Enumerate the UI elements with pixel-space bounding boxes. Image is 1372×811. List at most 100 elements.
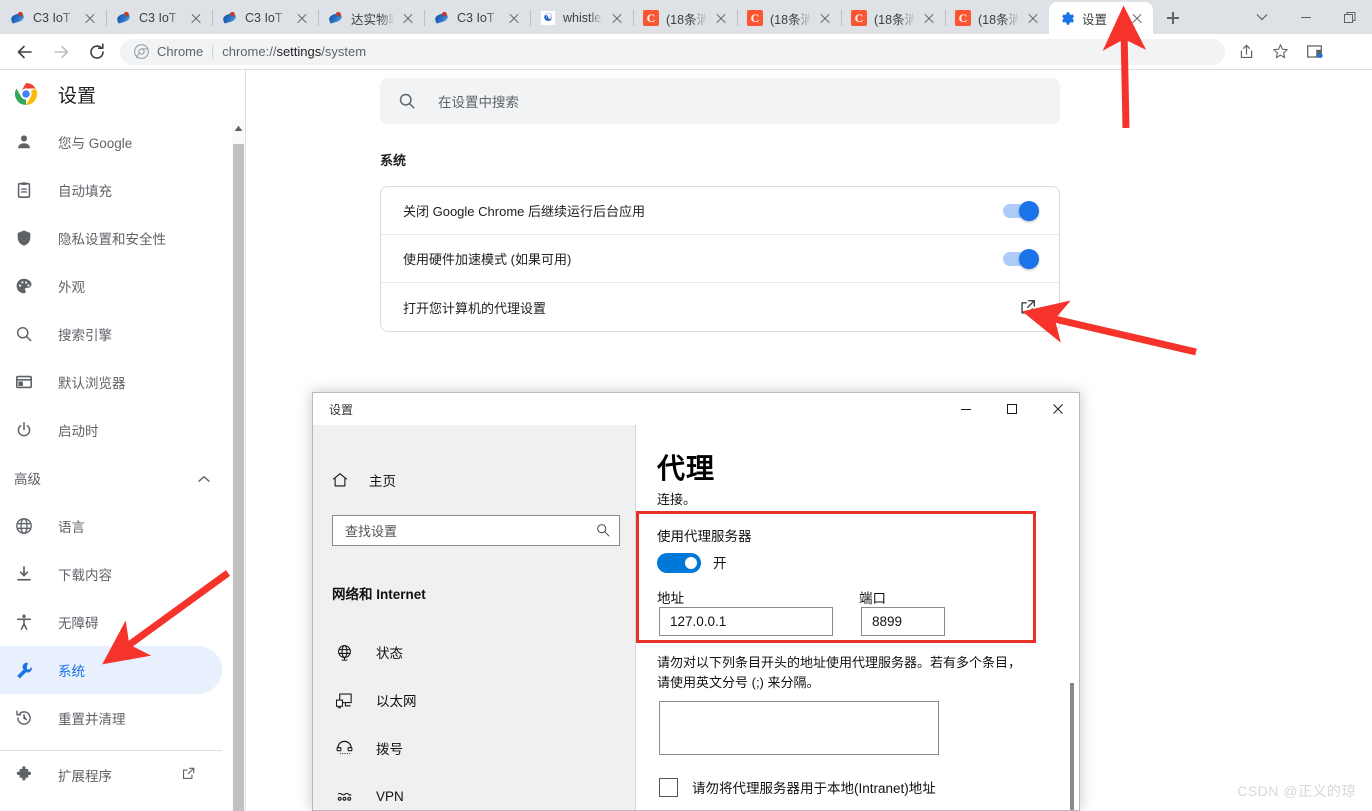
sidebar-item-label: 系统 bbox=[58, 664, 85, 679]
settings-search-input[interactable]: 在设置中搜索 bbox=[380, 78, 1060, 124]
settings-title: 设置 bbox=[58, 85, 97, 107]
dialog-category-label: 网络和 Internet bbox=[332, 587, 426, 602]
browser-tab-9[interactable]: C (18条消息) bbox=[841, 2, 946, 34]
address-input[interactable]: 127.0.0.1 bbox=[659, 607, 833, 636]
sidebar-item-6[interactable]: 启动时 bbox=[0, 406, 222, 454]
dialog-scrollbar-thumb[interactable] bbox=[1070, 683, 1074, 810]
tab-close-icon[interactable] bbox=[82, 10, 98, 26]
sidebar-item-2[interactable]: 隐私设置和安全性 bbox=[0, 214, 222, 262]
proxy-heading: 代理 bbox=[657, 453, 716, 484]
proxy-exceptions-textarea[interactable] bbox=[659, 701, 939, 755]
browser-tab-4[interactable]: 达实物联 bbox=[318, 2, 425, 34]
forward-icon[interactable] bbox=[46, 37, 76, 67]
tab-close-icon[interactable] bbox=[506, 10, 522, 26]
browser-tab-5[interactable]: C3 IoT bbox=[424, 2, 531, 34]
external-link-icon[interactable] bbox=[181, 766, 196, 784]
use-proxy-toggle[interactable] bbox=[657, 553, 701, 573]
browser-tab-10[interactable]: C (18条消息) bbox=[945, 2, 1050, 34]
sidebar-item-101[interactable]: 下载内容 bbox=[0, 550, 222, 598]
tab-title: 达实物联 bbox=[351, 12, 394, 27]
tab-close-icon[interactable] bbox=[713, 10, 729, 26]
address-bar[interactable]: Chrome chrome://settings/system bbox=[120, 38, 1225, 65]
dialog-title-bar[interactable]: 设置 bbox=[313, 393, 1079, 425]
browser-tab-11[interactable]: 设置 bbox=[1049, 2, 1153, 34]
browser-toolbar: Chrome chrome://settings/system bbox=[0, 34, 1372, 70]
settings-scrollbar-thumb[interactable] bbox=[233, 144, 244, 811]
dialog-search-input[interactable]: 查找设置 bbox=[332, 515, 620, 546]
tab-title: (18条消息) bbox=[770, 12, 811, 27]
tab-close-icon[interactable] bbox=[921, 10, 937, 26]
port-input[interactable]: 8899 bbox=[861, 607, 945, 636]
sidebar-item-label: 重置并清理 bbox=[58, 712, 126, 727]
sidebar-item-4[interactable]: 搜索引擎 bbox=[0, 310, 222, 358]
whistle-favicon-icon: ☯ bbox=[540, 10, 556, 26]
tab-search-icon[interactable] bbox=[1240, 0, 1284, 34]
sidebar-item-200[interactable]: 扩展程序 bbox=[0, 751, 222, 799]
tab-close-icon[interactable] bbox=[609, 10, 625, 26]
dialog-item-ethernet[interactable]: 以太网 bbox=[332, 686, 417, 714]
tab-close-icon[interactable] bbox=[817, 10, 833, 26]
sidebar-item-103[interactable]: 系统 bbox=[0, 646, 222, 694]
restore-icon[interactable] bbox=[1328, 0, 1372, 34]
dialog-minimize-icon[interactable] bbox=[943, 393, 989, 424]
tab-close-icon[interactable] bbox=[400, 10, 416, 26]
tab-title: 设置 bbox=[1082, 12, 1108, 27]
setting-label: 使用硬件加速模式 (如果可用) bbox=[403, 252, 572, 267]
tab-close-icon[interactable] bbox=[1129, 10, 1145, 26]
dialog-item-dialup[interactable]: 拨号 bbox=[332, 734, 403, 762]
tab-title: (18条消息) bbox=[666, 12, 707, 27]
bypass-local-row[interactable]: 请勿将代理服务器用于本地(Intranet)地址 bbox=[659, 777, 936, 797]
ethernet-icon bbox=[332, 689, 356, 711]
minimize-icon[interactable] bbox=[1284, 0, 1328, 34]
dialog-maximize-icon[interactable] bbox=[989, 393, 1035, 424]
sidebar-item-0[interactable]: 您与 Google bbox=[0, 118, 222, 166]
reload-icon[interactable] bbox=[82, 37, 112, 67]
sidebar-item-label: 扩展程序 bbox=[58, 769, 112, 784]
sidebar-item-102[interactable]: 无障碍 bbox=[0, 598, 222, 646]
hardware-acceleration-toggle[interactable] bbox=[1003, 248, 1039, 269]
tab-close-icon[interactable] bbox=[1025, 10, 1041, 26]
omnibox-chip: Chrome bbox=[157, 44, 204, 59]
sidebar-item-5[interactable]: 默认浏览器 bbox=[0, 358, 222, 406]
dialog-close-icon[interactable] bbox=[1035, 393, 1079, 424]
browser-tab-1[interactable]: C3 IoT bbox=[0, 2, 107, 34]
side-panel-icon[interactable] bbox=[1300, 38, 1328, 66]
browser-tab-6[interactable]: ☯ whistle bbox=[530, 2, 634, 34]
share-icon[interactable] bbox=[1232, 38, 1260, 66]
dialog-item-status[interactable]: 状态 bbox=[332, 638, 403, 666]
omnibox-divider bbox=[212, 44, 214, 59]
background-apps-toggle[interactable] bbox=[1003, 200, 1039, 221]
tab-close-icon[interactable] bbox=[294, 10, 310, 26]
chevron-up-icon bbox=[198, 471, 210, 486]
external-link-icon[interactable] bbox=[1019, 298, 1037, 316]
browser-tab-8[interactable]: C (18条消息) bbox=[737, 2, 842, 34]
setting-row-hardware-acceleration[interactable]: 使用硬件加速模式 (如果可用) bbox=[381, 235, 1059, 283]
toggle-knob bbox=[1019, 248, 1039, 269]
history-restore-icon bbox=[14, 708, 34, 728]
new-tab-button[interactable] bbox=[1159, 4, 1187, 32]
sidebar-item-label: 下载内容 bbox=[58, 568, 112, 583]
port-label: 端口 bbox=[859, 591, 886, 606]
sidebar-item-100[interactable]: 语言 bbox=[0, 502, 222, 550]
bypass-local-checkbox[interactable] bbox=[659, 777, 678, 797]
c3iot-favicon-icon bbox=[222, 10, 238, 26]
setting-row-background-apps[interactable]: 关闭 Google Chrome 后继续运行后台应用 bbox=[381, 187, 1059, 235]
vpn-icon bbox=[332, 785, 356, 807]
sidebar-item-104[interactable]: 重置并清理 bbox=[0, 694, 222, 742]
setting-row-open-proxy-settings[interactable]: 打开您计算机的代理设置 bbox=[381, 283, 1059, 331]
browser-tab-7[interactable]: C (18条消息) bbox=[633, 2, 738, 34]
setting-label: 关闭 Google Chrome 后继续运行后台应用 bbox=[403, 204, 645, 219]
tab-close-icon[interactable] bbox=[188, 10, 204, 26]
bookmark-star-icon[interactable] bbox=[1266, 38, 1294, 66]
browser-tab-3[interactable]: C3 IoT bbox=[212, 2, 319, 34]
toolbar-icons bbox=[1229, 38, 1331, 66]
home-icon bbox=[329, 469, 351, 491]
back-icon[interactable] bbox=[10, 37, 40, 67]
dialog-home-item[interactable]: 主页 bbox=[329, 469, 396, 491]
sidebar-item-1[interactable]: 自动填充 bbox=[0, 166, 222, 214]
sidebar-group-advanced[interactable]: 高级 bbox=[0, 454, 232, 502]
scrollbar-up-arrow-icon[interactable] bbox=[232, 120, 245, 137]
browser-tab-2[interactable]: C3 IoT bbox=[106, 2, 213, 34]
sidebar-item-3[interactable]: 外观 bbox=[0, 262, 222, 310]
dialog-item-vpn[interactable]: VPN bbox=[332, 782, 404, 810]
